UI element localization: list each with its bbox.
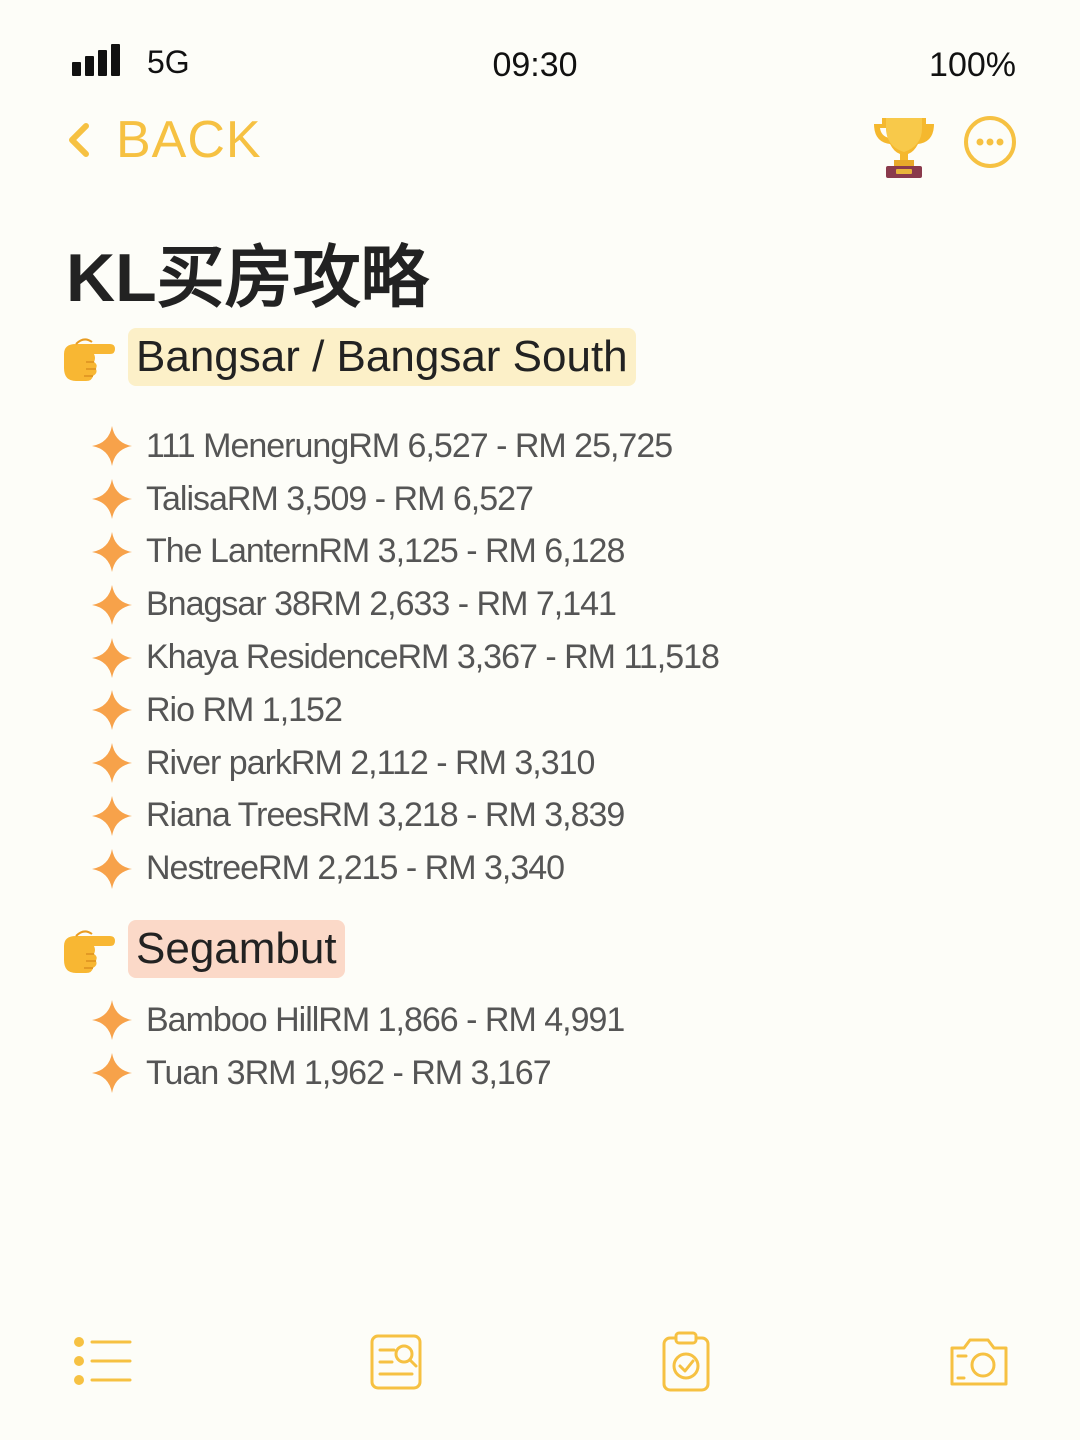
property-list-bangsar: 111 MenerungRM 6,527 - RM 25,725 TalisaR… bbox=[92, 420, 720, 895]
sparkle-icon bbox=[92, 690, 132, 731]
search-document-icon[interactable] bbox=[368, 1330, 424, 1392]
camera-icon[interactable] bbox=[946, 1330, 1012, 1392]
property-price: Khaya ResidenceRM 3,367 - RM 11,518 bbox=[146, 638, 720, 677]
section-header-bangsar: Bangsar / Bangsar South bbox=[60, 328, 636, 386]
list-item: Khaya ResidenceRM 3,367 - RM 11,518 bbox=[92, 631, 720, 684]
bottom-toolbar bbox=[0, 1330, 1080, 1400]
list-item: 111 MenerungRM 6,527 - RM 25,725 bbox=[92, 420, 719, 473]
page-title: KL买房攻略 bbox=[66, 240, 429, 316]
list-item: Bnagsar 38RM 2,633 - RM 7,141 bbox=[92, 578, 719, 631]
property-price: The LanternRM 3,125 - RM 6,128 bbox=[146, 532, 625, 571]
sparkle-icon bbox=[92, 1000, 132, 1041]
property-price: Tuan 3RM 1,962 - RM 3,167 bbox=[146, 1053, 552, 1092]
sparkle-icon bbox=[92, 743, 132, 784]
sparkle-icon bbox=[92, 584, 132, 625]
list-item: Bamboo HillRM 1,866 - RM 4,991 bbox=[92, 994, 625, 1047]
list-item: Riana TreesRM 3,218 - RM 3,839 bbox=[92, 790, 719, 843]
sparkle-icon bbox=[92, 795, 132, 836]
sparkle-icon bbox=[92, 1053, 132, 1094]
list-icon[interactable] bbox=[72, 1330, 132, 1392]
list-item: The LanternRM 3,125 - RM 6,128 bbox=[92, 526, 719, 579]
nav-bar: BACK bbox=[0, 108, 1080, 188]
battery-level: 100% bbox=[929, 46, 1016, 84]
sparkle-icon bbox=[92, 848, 132, 889]
list-item: TalisaRM 3,509 - RM 6,527 bbox=[92, 473, 719, 526]
section-title: Segambut bbox=[128, 920, 345, 978]
section-title: Bangsar / Bangsar South bbox=[128, 328, 636, 386]
property-price: NestreeRM 2,215 - RM 3,340 bbox=[146, 849, 565, 888]
property-price: TalisaRM 3,509 - RM 6,527 bbox=[146, 479, 534, 518]
property-price: Bnagsar 38RM 2,633 - RM 7,141 bbox=[146, 585, 617, 624]
list-item: Rio RM 1,152 bbox=[92, 684, 719, 737]
property-price: Bamboo HillRM 1,866 - RM 4,991 bbox=[146, 1000, 625, 1039]
property-price: Rio RM 1,152 bbox=[146, 690, 343, 729]
more-options-icon[interactable] bbox=[962, 114, 1018, 170]
sparkle-icon bbox=[92, 426, 132, 467]
sparkle-icon bbox=[92, 531, 132, 572]
property-list-segambut: Bamboo HillRM 1,866 - RM 4,991 Tuan 3RM … bbox=[92, 994, 625, 1100]
status-time: 09:30 bbox=[492, 46, 578, 84]
status-bar: 5G 09:30 100% bbox=[0, 36, 1080, 92]
sparkle-icon bbox=[92, 479, 132, 520]
list-item: NestreeRM 2,215 - RM 3,340 bbox=[92, 842, 719, 895]
back-button[interactable]: BACK bbox=[60, 108, 262, 172]
trophy-icon[interactable] bbox=[868, 108, 940, 180]
chevron-left-icon bbox=[69, 123, 89, 157]
property-price: River parkRM 2,112 - RM 3,310 bbox=[146, 743, 595, 782]
clipboard-check-icon[interactable] bbox=[660, 1330, 712, 1392]
property-price: Riana TreesRM 3,218 - RM 3,839 bbox=[146, 796, 625, 835]
list-item: Tuan 3RM 1,962 - RM 3,167 bbox=[92, 1047, 624, 1100]
back-label: BACK bbox=[116, 111, 262, 169]
section-header-segambut: Segambut bbox=[60, 920, 345, 978]
property-price: 111 MenerungRM 6,527 - RM 25,725 bbox=[146, 426, 673, 465]
pointing-right-hand-icon bbox=[64, 930, 115, 973]
list-item: River parkRM 2,112 - RM 3,310 bbox=[92, 737, 719, 790]
pointing-right-hand-icon bbox=[64, 338, 115, 381]
sparkle-icon bbox=[92, 637, 132, 678]
